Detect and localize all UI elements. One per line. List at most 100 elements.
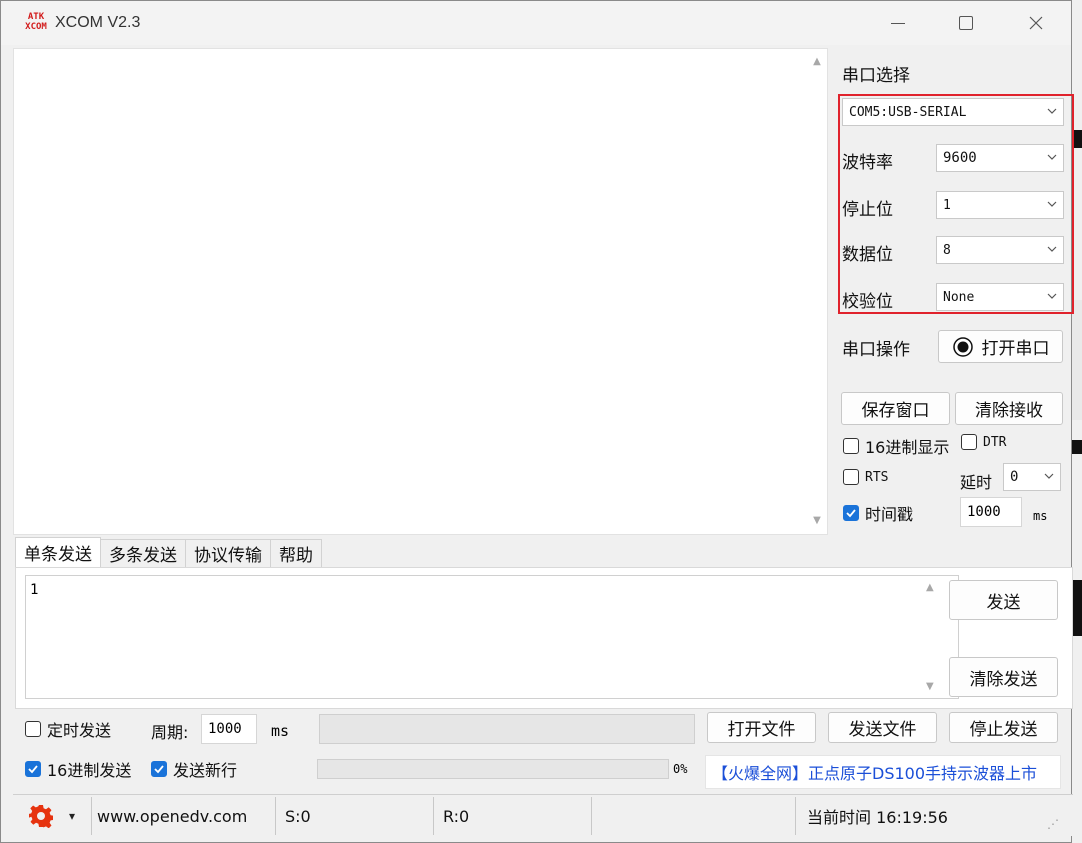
resize-grip-icon[interactable]: ⋰ bbox=[1047, 809, 1059, 839]
port-select-value: COM5:USB-SERIAL bbox=[849, 104, 967, 120]
status-separator bbox=[275, 797, 276, 835]
scroll-down-icon[interactable]: ▼ bbox=[807, 510, 827, 530]
clear-receive-button[interactable]: 清除接收 bbox=[955, 392, 1063, 425]
save-window-button[interactable]: 保存窗口 bbox=[841, 392, 950, 425]
chevron-down-icon bbox=[1047, 244, 1057, 254]
data-bits-select[interactable]: 8 bbox=[936, 236, 1064, 264]
receive-textarea[interactable]: ▲ ▼ bbox=[13, 48, 828, 535]
file-path-field[interactable] bbox=[319, 714, 695, 744]
checkbox-icon bbox=[843, 469, 859, 485]
status-separator bbox=[433, 797, 434, 835]
scroll-up-icon[interactable]: ▲ bbox=[926, 582, 934, 593]
gear-icon bbox=[29, 805, 53, 828]
send-scrollbar[interactable]: ▲ ▼ bbox=[921, 576, 943, 698]
window-title: XCOM V2.3 bbox=[55, 14, 141, 31]
minimize-icon bbox=[891, 22, 905, 24]
rts-label: RTS bbox=[865, 469, 889, 485]
baud-select[interactable]: 9600 bbox=[936, 144, 1064, 172]
parity-select[interactable]: None bbox=[936, 283, 1064, 311]
website-link[interactable]: www.openedv.com bbox=[97, 801, 247, 831]
send-mode-tabs: 单条发送 多条发送 协议传输 帮助 bbox=[15, 537, 322, 567]
port-select-label: 串口选择 bbox=[842, 66, 910, 86]
stop-bits-select[interactable]: 1 bbox=[936, 191, 1064, 219]
minimize-button[interactable] bbox=[863, 1, 933, 45]
checkbox-checked-icon bbox=[25, 761, 41, 777]
chevron-down-icon bbox=[1047, 152, 1057, 162]
delay-select[interactable]: 0 bbox=[1003, 463, 1061, 491]
status-bar: ▾ www.openedv.com S:0 R:0 当前时间 16:19:56 … bbox=[13, 794, 1073, 836]
timed-send-checkbox[interactable]: 定时发送 bbox=[25, 717, 111, 741]
chevron-down-icon bbox=[1047, 106, 1057, 116]
parity-value: None bbox=[943, 289, 975, 305]
period-label: 周期: bbox=[151, 723, 189, 742]
maximize-icon bbox=[959, 16, 973, 30]
chevron-down-icon bbox=[1047, 291, 1057, 301]
checkbox-icon bbox=[25, 721, 41, 737]
scroll-up-icon[interactable]: ▲ bbox=[807, 51, 827, 71]
timestamp-input[interactable]: 1000 bbox=[960, 497, 1022, 527]
timed-send-label: 定时发送 bbox=[47, 721, 112, 740]
stop-send-button[interactable]: 停止发送 bbox=[949, 712, 1058, 743]
dropdown-arrow-icon[interactable]: ▾ bbox=[69, 809, 75, 823]
period-input[interactable]: 1000 bbox=[201, 714, 257, 744]
tab-multi-send[interactable]: 多条发送 bbox=[100, 539, 186, 567]
close-button[interactable] bbox=[1001, 1, 1071, 45]
timestamp-unit: ms bbox=[1033, 509, 1048, 523]
checkbox-checked-icon bbox=[843, 505, 859, 521]
hex-display-label: 16进制显示 bbox=[865, 438, 950, 457]
stop-bits-value: 1 bbox=[943, 197, 951, 213]
maximize-button[interactable] bbox=[931, 1, 1001, 45]
hex-display-checkbox[interactable]: 16进制显示 bbox=[843, 434, 949, 458]
tab-protocol[interactable]: 协议传输 bbox=[185, 539, 271, 567]
baud-label: 波特率 bbox=[842, 153, 893, 173]
baud-value: 9600 bbox=[943, 150, 977, 166]
dtr-label: DTR bbox=[983, 434, 1007, 450]
send-newline-checkbox[interactable]: 发送新行 bbox=[151, 757, 237, 781]
period-unit: ms bbox=[271, 722, 290, 740]
open-port-button[interactable]: 打开串口 bbox=[938, 330, 1063, 363]
timestamp-checkbox[interactable]: 时间戳 bbox=[843, 501, 913, 525]
send-progress-bar bbox=[317, 759, 669, 779]
close-icon bbox=[1029, 16, 1043, 30]
dtr-checkbox[interactable]: DTR bbox=[961, 434, 1006, 450]
checkbox-icon bbox=[961, 434, 977, 450]
open-file-button[interactable]: 打开文件 bbox=[707, 712, 816, 743]
delay-value: 0 bbox=[1010, 469, 1019, 485]
send-button[interactable]: 发送 bbox=[949, 580, 1058, 620]
settings-button[interactable]: ▾ bbox=[29, 801, 75, 831]
title-bar: ATK XCOM XCOM V2.3 bbox=[1, 1, 1071, 45]
parity-label: 校验位 bbox=[842, 292, 893, 312]
hex-send-checkbox[interactable]: 16进制发送 bbox=[25, 757, 131, 781]
receive-scrollbar[interactable]: ▲ ▼ bbox=[807, 49, 827, 534]
ad-link[interactable]: 【火爆全网】正点原子DS100手持示波器上市 bbox=[705, 755, 1061, 789]
send-newline-label: 发送新行 bbox=[173, 761, 238, 780]
tab-single-send[interactable]: 单条发送 bbox=[15, 537, 101, 567]
checkbox-checked-icon bbox=[151, 761, 167, 777]
data-bits-label: 数据位 bbox=[842, 245, 893, 265]
open-port-label: 打开串口 bbox=[981, 339, 1050, 359]
port-select[interactable]: COM5:USB-SERIAL bbox=[842, 98, 1064, 126]
tab-help[interactable]: 帮助 bbox=[270, 539, 322, 567]
checkbox-icon bbox=[843, 438, 859, 454]
app-logo-icon: ATK XCOM bbox=[25, 12, 47, 32]
send-textarea[interactable]: 1 bbox=[25, 575, 959, 699]
scroll-down-icon[interactable]: ▼ bbox=[926, 681, 934, 692]
rts-checkbox[interactable]: RTS bbox=[843, 469, 888, 485]
send-file-button[interactable]: 发送文件 bbox=[828, 712, 937, 743]
sent-count: S:0 bbox=[285, 806, 311, 826]
current-time: 当前时间 16:19:56 bbox=[807, 808, 948, 827]
status-separator bbox=[91, 797, 92, 835]
progress-percent: 0% bbox=[673, 762, 688, 776]
delay-label: 延时 bbox=[960, 473, 993, 492]
received-count: R:0 bbox=[443, 806, 470, 826]
hex-send-label: 16进制发送 bbox=[47, 761, 132, 780]
clear-send-button[interactable]: 清除发送 bbox=[949, 657, 1058, 697]
chevron-down-icon bbox=[1044, 471, 1054, 481]
timestamp-label: 时间戳 bbox=[865, 505, 914, 524]
status-separator bbox=[795, 797, 796, 835]
stop-bits-label: 停止位 bbox=[842, 200, 893, 220]
xcom-window: ATK XCOM XCOM V2.3 ▲ ▼ 串口选择 COM5:USB-SER… bbox=[0, 0, 1074, 843]
status-separator bbox=[591, 797, 592, 835]
port-status-icon bbox=[952, 336, 973, 357]
data-bits-value: 8 bbox=[943, 242, 951, 258]
